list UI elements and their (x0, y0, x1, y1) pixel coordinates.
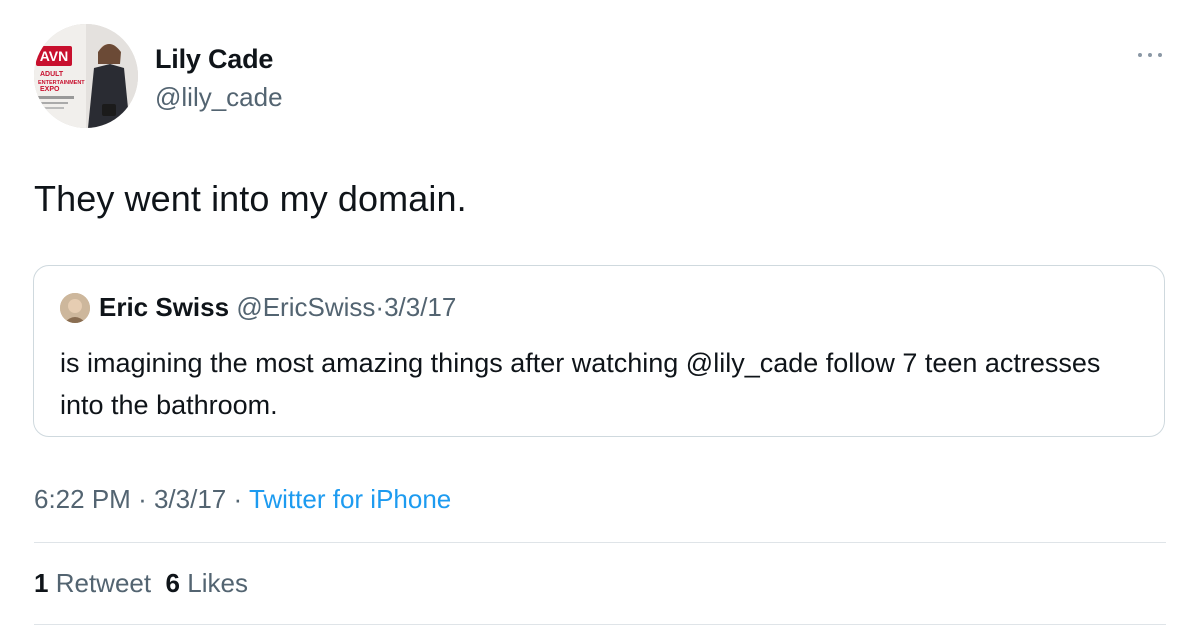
svg-text:AVN: AVN (40, 48, 69, 64)
tweet-author-avatar[interactable]: AVN ADULT ENTERTAINMENT EXPO (34, 24, 138, 128)
retweets-label: Retweet (55, 568, 152, 598)
author-handle[interactable]: @lily_cade (155, 82, 283, 113)
tweet-stats: 1 Retweet 6 Likes (34, 568, 248, 599)
tweet-metadata: 6:22 PM · 3/3/17 · Twitter for iPhone (34, 484, 451, 515)
quoted-tweet-header: Eric Swiss @EricSwiss·3/3/17 (99, 292, 456, 323)
author-name[interactable]: Lily Cade (155, 44, 273, 75)
more-options-icon[interactable] (1138, 50, 1164, 60)
svg-text:EXPO: EXPO (40, 86, 60, 93)
svg-text:ADULT: ADULT (40, 71, 64, 78)
quoted-tweet-card[interactable]: Eric Swiss @EricSwiss·3/3/17 is imaginin… (33, 265, 1165, 437)
meta-separator: · (233, 484, 243, 514)
quoted-author-avatar[interactable] (60, 293, 90, 323)
tweet-source-link[interactable]: Twitter for iPhone (249, 484, 451, 514)
quoted-separator: · (375, 292, 385, 322)
likes-label: Likes (187, 568, 248, 598)
divider (34, 624, 1166, 625)
more-dot (1148, 53, 1152, 57)
retweets-count: 1 (34, 568, 49, 598)
more-dot (1158, 53, 1162, 57)
tweet-text: They went into my domain. (34, 178, 467, 219)
retweets-stat[interactable]: 1 Retweet (34, 568, 151, 598)
tweet-date[interactable]: 3/3/17 (154, 484, 226, 514)
divider (34, 542, 1166, 543)
avatar-image: AVN ADULT ENTERTAINMENT EXPO (34, 24, 138, 128)
likes-count: 6 (165, 568, 181, 598)
more-dot (1138, 53, 1142, 57)
meta-separator: · (138, 484, 147, 514)
quoted-author-handle[interactable]: @EricSwiss (236, 292, 375, 322)
quoted-tweet-date[interactable]: 3/3/17 (384, 292, 456, 322)
quoted-avatar-image (60, 293, 90, 323)
quoted-author-name[interactable]: Eric Swiss (99, 292, 229, 322)
likes-stat[interactable]: 6 Likes (166, 568, 248, 598)
quoted-tweet-text: is imagining the most amazing things aft… (60, 348, 1101, 420)
tweet-time[interactable]: 6:22 PM (34, 484, 131, 514)
